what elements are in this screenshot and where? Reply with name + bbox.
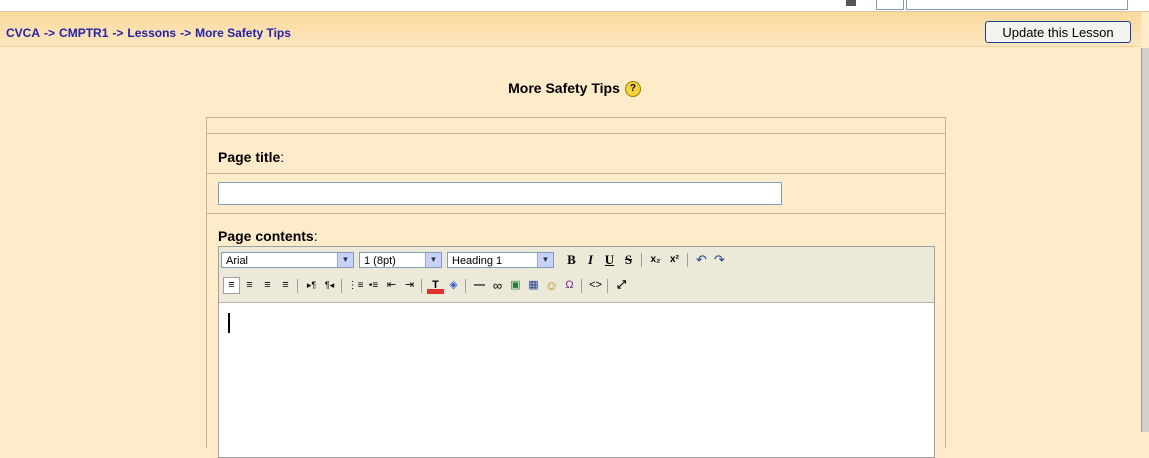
table-icon[interactable]: ▦ <box>525 277 542 294</box>
indent-icon[interactable]: ⇥ <box>401 277 418 294</box>
underline-button[interactable]: U <box>601 251 618 268</box>
font-size-select[interactable]: 1 (8pt) ▼ <box>359 252 442 268</box>
divider <box>207 213 945 214</box>
chevron-down-icon: ▼ <box>337 253 353 267</box>
chevron-down-icon: ▼ <box>537 253 553 267</box>
toolbar-separator <box>687 253 688 267</box>
page-contents-label: Page contents: <box>218 228 318 244</box>
toolbar-separator <box>581 279 582 293</box>
help-icon[interactable]: ? <box>624 81 641 98</box>
align-center-icon[interactable]: ≡ <box>241 277 258 294</box>
toolbar-separator <box>465 279 466 293</box>
top-icon <box>846 0 856 6</box>
background-color-icon[interactable]: ◈ <box>445 277 462 294</box>
breadcrumb-current-lesson[interactable]: More Safety Tips <box>195 26 291 40</box>
unordered-list-icon[interactable]: •≡ <box>365 277 382 294</box>
ordered-list-icon[interactable]: ⋮≡ <box>347 277 364 294</box>
rich-text-editor: Arial ▼ 1 (8pt) ▼ Heading 1 ▼ B I U S x₂ x²… <box>218 246 935 458</box>
redo-icon[interactable]: ↷ <box>711 251 728 268</box>
align-left-icon[interactable]: ≡ <box>223 277 240 294</box>
breadcrumb-separator: -> <box>180 26 192 40</box>
window-scrollbar[interactable] <box>1141 48 1149 432</box>
text-color-icon[interactable]: T <box>427 277 444 294</box>
italic-button[interactable]: I <box>582 251 599 268</box>
toolbar-separator <box>641 253 642 267</box>
rtl-icon[interactable]: ¶◂ <box>321 277 338 294</box>
divider <box>207 133 945 134</box>
undo-icon[interactable]: ↶ <box>693 251 710 268</box>
link-icon[interactable]: ∞ <box>489 277 506 294</box>
toolbar-separator <box>607 279 608 293</box>
align-right-icon[interactable]: ≡ <box>259 277 276 294</box>
top-jump-select[interactable] <box>906 0 1128 10</box>
justify-icon[interactable]: ≡ <box>277 277 294 294</box>
breadcrumb-cmptr1[interactable]: CMPTR1 <box>59 26 108 40</box>
image-icon[interactable]: ▣ <box>507 277 524 294</box>
editor-toolbar: Arial ▼ 1 (8pt) ▼ Heading 1 ▼ B I U S x₂ x²… <box>219 247 934 303</box>
outdent-icon[interactable]: ⇤ <box>383 277 400 294</box>
superscript-button[interactable]: x² <box>666 251 683 268</box>
smiley-icon[interactable]: ☺ <box>543 277 560 294</box>
strikethrough-button[interactable]: S <box>620 251 637 268</box>
breadcrumb-lessons[interactable]: Lessons <box>127 26 176 40</box>
navbar: CVCA -> CMPTR1 -> Lessons -> More Safety Tips … <box>0 12 1141 47</box>
html-source-icon[interactable]: <> <box>587 277 604 294</box>
breadcrumb-cvca[interactable]: CVCA <box>6 26 40 40</box>
horizontal-rule-icon[interactable]: — <box>471 277 488 294</box>
special-character-icon[interactable]: Ω <box>561 277 578 294</box>
lesson-page-form: Page title: Page contents: Arial ▼ 1 (8pt… <box>206 117 946 458</box>
bold-button[interactable]: B <box>563 251 580 268</box>
divider <box>207 173 945 174</box>
ltr-icon[interactable]: ▸¶ <box>303 277 320 294</box>
toolbar-separator <box>341 279 342 293</box>
page-title-label: Page title: <box>218 149 285 165</box>
toolbar-separator <box>421 279 422 293</box>
fullscreen-icon[interactable]: ⤢ <box>613 277 630 294</box>
page-heading: More Safety Tips? <box>0 80 1149 98</box>
text-caret <box>228 313 230 333</box>
toolbar-separator <box>297 279 298 293</box>
format-select[interactable]: Heading 1 ▼ <box>447 252 554 268</box>
top-strip <box>0 0 1149 12</box>
font-family-select[interactable]: Arial ▼ <box>221 252 354 268</box>
page-title-input[interactable] <box>218 182 782 205</box>
breadcrumb-separator: -> <box>44 26 56 40</box>
chevron-down-icon: ▼ <box>425 253 441 267</box>
top-small-button[interactable] <box>876 0 904 10</box>
page-title: More Safety Tips <box>508 80 620 96</box>
breadcrumb: CVCA -> CMPTR1 -> Lessons -> More Safety Tips <box>6 26 291 40</box>
editor-content-area[interactable] <box>219 303 934 457</box>
update-lesson-button[interactable]: Update this Lesson <box>985 21 1131 43</box>
breadcrumb-separator: -> <box>112 26 124 40</box>
subscript-button[interactable]: x₂ <box>647 251 664 268</box>
